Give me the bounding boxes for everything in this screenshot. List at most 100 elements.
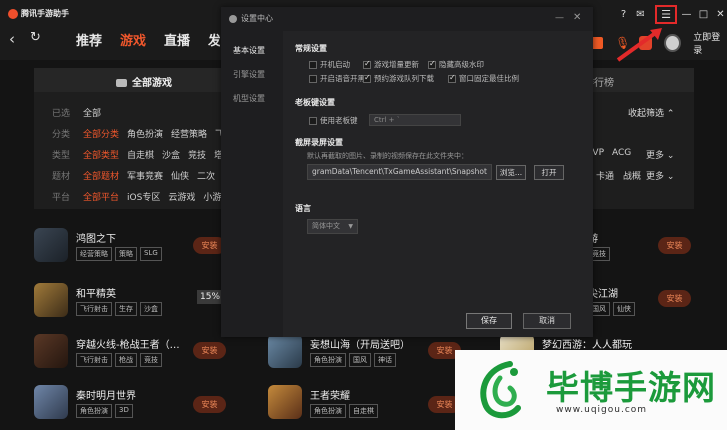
game-icon (268, 385, 302, 419)
filter-row-type: 类型 全部类型 自走棋 沙盒 竞技 塔 (52, 148, 223, 161)
close-icon[interactable]: ✕ (714, 8, 727, 21)
dialog-close-icon[interactable]: ✕ (573, 12, 581, 23)
dialog-titlebar: 设置中心 — ✕ (221, 7, 593, 31)
game-tag: 策略 (115, 247, 137, 261)
maximize-icon[interactable]: □ (697, 8, 710, 21)
app-logo-icon (8, 8, 18, 19)
game-name: 梦幻西游：人人都玩 (542, 340, 632, 351)
window-controls: ? ✉ (617, 8, 647, 21)
tab-discover[interactable]: 发 (208, 30, 220, 49)
game-tag: 沙盒 (140, 302, 162, 316)
game-name: 王者荣耀 (310, 391, 350, 402)
checkbox-boss-key[interactable]: 使用老板键 (309, 115, 358, 126)
sidebar-item-device[interactable]: 机型设置 (233, 93, 265, 104)
filter-chip[interactable]: 全部 (83, 106, 101, 119)
hotkey-input[interactable]: Ctrl + ` (369, 114, 461, 126)
filter-chip[interactable]: 小游 (203, 190, 221, 203)
game-name: 妄想山海（开局送吧） (310, 340, 410, 351)
checkbox[interactable] (363, 73, 371, 83)
refresh-icon[interactable]: ↻ (30, 30, 41, 45)
game-tag: 枪战 (115, 353, 137, 367)
filter-chip[interactable]: 仙侠 (171, 169, 189, 182)
install-button[interactable]: 安装 (658, 290, 691, 307)
filter-chip[interactable]: ACG (612, 148, 631, 158)
tab-recommend[interactable]: 推荐 (76, 30, 102, 49)
browse-button[interactable]: 浏览... (496, 165, 526, 180)
filter-chip[interactable]: 全部分类 (83, 127, 119, 140)
checkbox[interactable] (363, 59, 371, 69)
checkbox-fixed-ratio[interactable]: 窗口固定最佳比例 (448, 73, 519, 84)
save-button[interactable]: 保存 (466, 313, 512, 329)
minimize-icon[interactable]: — (680, 8, 693, 21)
tab-live[interactable]: 直播 (164, 30, 190, 49)
filter-chip[interactable]: 全部题材 (83, 169, 119, 182)
language-select[interactable]: 简体中文 ▼ (307, 219, 358, 234)
game-name: 鸿图之下 (76, 234, 116, 245)
filter-chip[interactable]: 云游戏 (168, 190, 195, 203)
watermark-text: 毕博手游网 (546, 368, 716, 407)
checkbox[interactable] (309, 116, 317, 125)
game-name: 秦时明月世界 (76, 391, 136, 402)
checkbox-queue-download[interactable]: 预约游戏队列下载 (363, 73, 434, 84)
checkbox[interactable] (448, 73, 456, 83)
dialog-minimize-icon[interactable]: — (555, 13, 564, 23)
install-button[interactable]: 安装 (193, 396, 226, 413)
login-link[interactable]: 立即登录 (693, 30, 727, 56)
tab-games[interactable]: 游戏 (120, 30, 146, 49)
filter-chip[interactable]: iOS专区 (127, 190, 160, 203)
download-progress[interactable]: 15% (197, 290, 224, 304)
game-tag: 角色扮演 (310, 404, 346, 418)
watermark-url: www.uqigou.com (556, 405, 648, 415)
game-icon (268, 334, 302, 368)
screenshot-path-input[interactable]: gramData\Tencent\TxGameAssistant\Snapsho… (307, 164, 492, 180)
filter-chip[interactable]: 军事竞赛 (127, 169, 163, 182)
back-icon[interactable]: ‹ (9, 30, 15, 48)
filter-chip[interactable]: 卡通 (596, 169, 614, 182)
filter-chip[interactable]: 角色扮演 (127, 127, 163, 140)
filter-chip[interactable]: 经营策略 (171, 127, 207, 140)
gamepad-icon (116, 79, 127, 87)
sidebar-item-basic[interactable]: 基本设置 (233, 45, 265, 56)
checkbox-autostart[interactable]: 开机启动 (309, 59, 350, 70)
checkbox-hide-watermark[interactable]: 隐藏高级水印 (428, 59, 484, 70)
mail-icon[interactable]: ✉ (634, 8, 647, 21)
filter-row-platform: 平台 全部平台 iOS专区 云游戏 小游 (52, 190, 221, 203)
red-arrow-icon (616, 28, 662, 62)
cancel-button[interactable]: 取消 (523, 313, 571, 329)
game-tag: 角色扮演 (310, 353, 346, 367)
filter-chip[interactable]: 全部平台 (83, 190, 119, 203)
filter-chip[interactable]: 二次 (197, 169, 215, 182)
dialog-title: 设置中心 (241, 14, 273, 23)
filter-chip[interactable]: 竞技 (188, 148, 206, 161)
game-tag: 国风 (349, 353, 371, 367)
checkbox[interactable] (309, 60, 317, 69)
game-icon (34, 228, 68, 262)
game-tag: 自走棋 (349, 404, 378, 418)
checkbox-voice[interactable]: 开启语音开黑 (309, 73, 365, 84)
filter-chip[interactable]: 战概 (623, 169, 641, 182)
more-link[interactable]: 更多 ⌄ (646, 169, 674, 182)
game-tag: 竞技 (140, 353, 162, 367)
filter-chip[interactable]: 沙盒 (162, 148, 180, 161)
collapse-filter-button[interactable]: 收起筛选 ⌃ (628, 106, 674, 119)
all-games-tab[interactable]: 全部游戏 (116, 74, 172, 89)
settings-logo-icon (229, 14, 237, 23)
checkbox-incremental-update[interactable]: 游戏增量更新 (363, 59, 419, 70)
help-icon[interactable]: ? (617, 8, 630, 21)
avatar[interactable] (664, 34, 682, 52)
game-icon (34, 283, 68, 317)
filter-chip[interactable]: 自走棋 (127, 148, 154, 161)
checkbox[interactable] (309, 74, 317, 83)
filter-chip[interactable]: 全部类型 (83, 148, 119, 161)
sidebar-item-engine[interactable]: 引擎设置 (233, 69, 265, 80)
game-tag: 3D (115, 404, 133, 418)
app-title: 腾讯手游助手 (21, 9, 69, 18)
install-button[interactable]: 安装 (658, 237, 691, 254)
game-tag: 经营策略 (76, 247, 112, 261)
menu-button[interactable]: ☰ (655, 5, 677, 24)
checkbox[interactable] (428, 59, 436, 69)
install-button[interactable]: 安装 (193, 342, 226, 359)
app-brand: 腾讯手游助手 (8, 8, 69, 19)
more-link[interactable]: 更多 ⌄ (646, 148, 674, 161)
open-folder-button[interactable]: 打开 (534, 165, 564, 180)
